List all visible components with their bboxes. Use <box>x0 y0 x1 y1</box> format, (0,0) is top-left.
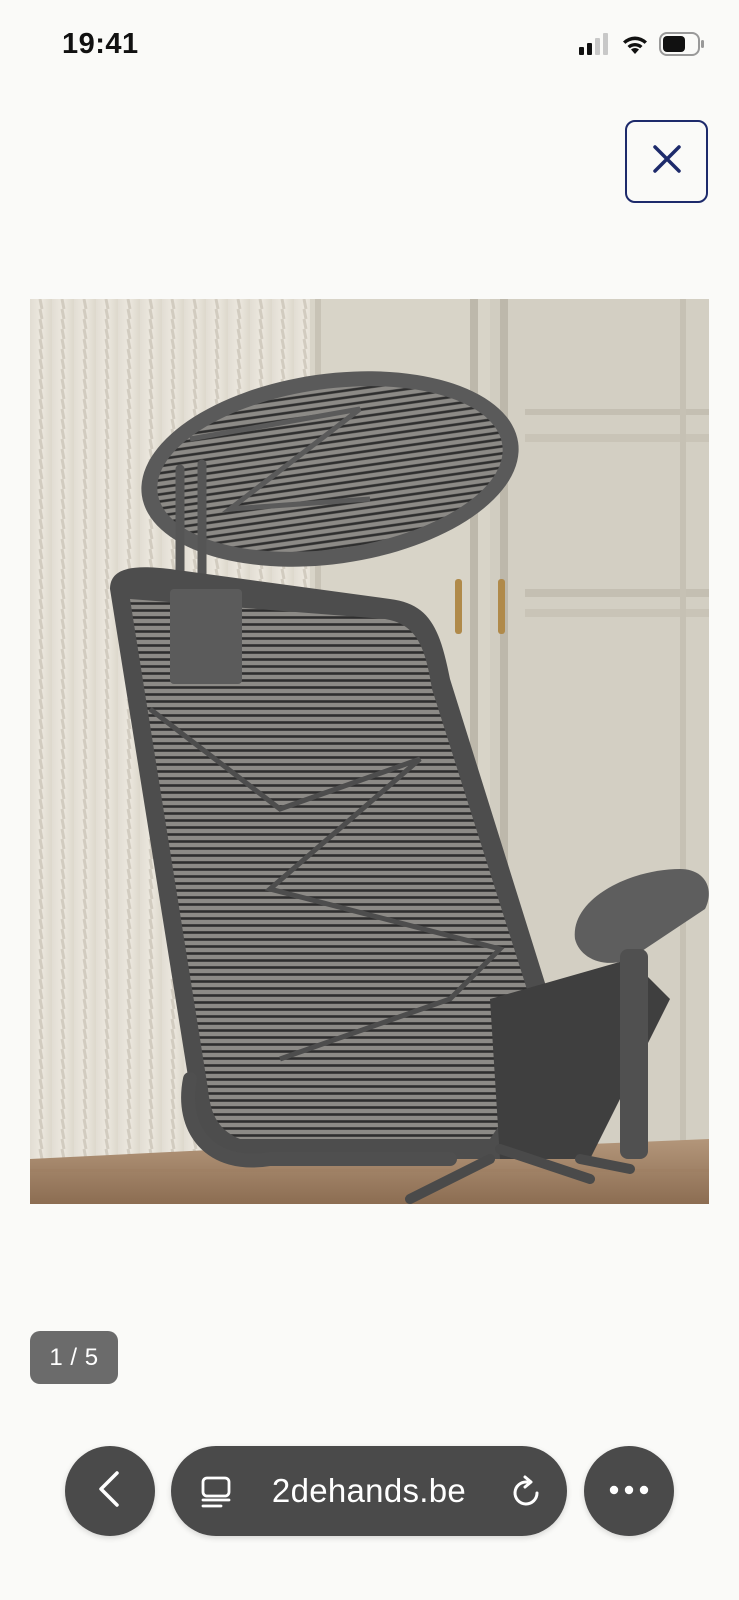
wifi-icon <box>621 33 649 55</box>
more-icon <box>609 1482 649 1500</box>
status-bar: 19:41 <box>0 0 739 96</box>
url-text: 2dehands.be <box>271 1472 467 1509</box>
chevron-left-icon <box>95 1469 125 1514</box>
back-button[interactable] <box>65 1446 155 1536</box>
cellular-signal-icon <box>579 33 611 55</box>
reload-icon[interactable] <box>511 1475 543 1514</box>
address-bar[interactable]: 2dehands.be <box>171 1446 567 1536</box>
status-icons <box>579 32 705 56</box>
status-time: 19:41 <box>62 28 139 60</box>
close-icon <box>652 144 682 179</box>
battery-icon <box>659 32 705 56</box>
listing-photo[interactable] <box>30 299 709 1204</box>
close-button[interactable] <box>625 120 708 203</box>
office-chair-photo <box>30 299 709 1204</box>
more-button[interactable] <box>584 1446 674 1536</box>
photo-counter: 1 / 5 <box>30 1331 118 1384</box>
